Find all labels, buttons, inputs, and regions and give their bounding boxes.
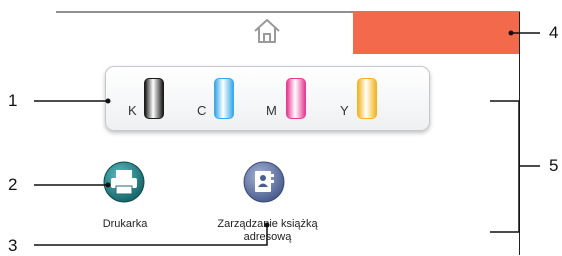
callout-4: 4 — [549, 23, 559, 42]
callout-lines — [34, 30, 540, 246]
callout-3: 3 — [8, 236, 18, 255]
callout-5: 5 — [549, 156, 559, 175]
callout-1: 1 — [8, 91, 18, 110]
callout-2: 2 — [8, 175, 18, 194]
